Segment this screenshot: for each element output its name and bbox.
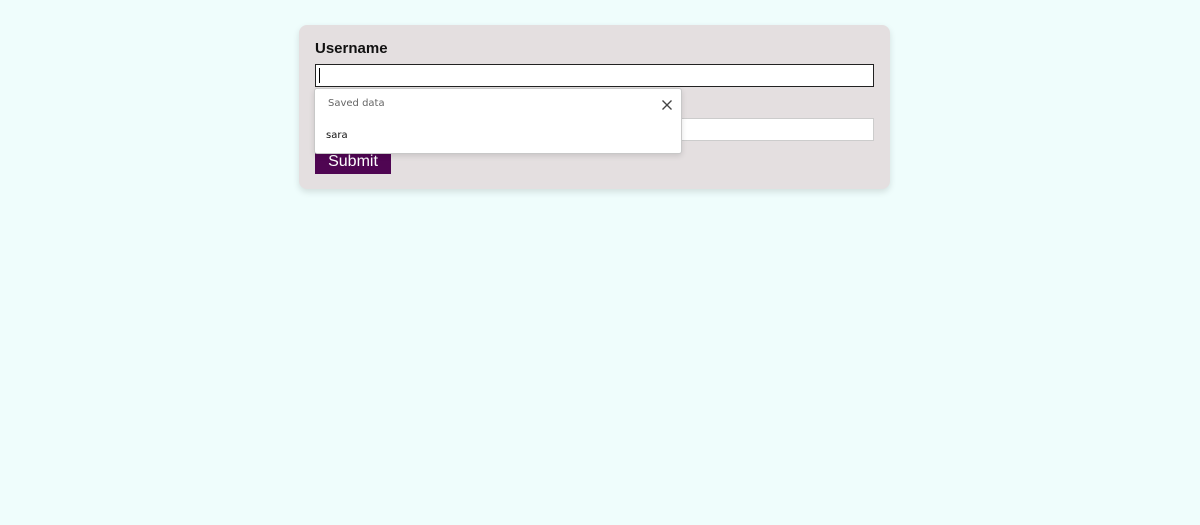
username-label: Username [315,40,388,57]
close-icon[interactable] [660,97,674,111]
username-input[interactable] [315,64,874,87]
autofill-dropdown: Saved data sara [314,88,682,154]
text-caret [319,68,320,83]
autofill-suggestion-item[interactable]: sara [315,124,681,148]
autofill-title: Saved data [328,98,385,109]
